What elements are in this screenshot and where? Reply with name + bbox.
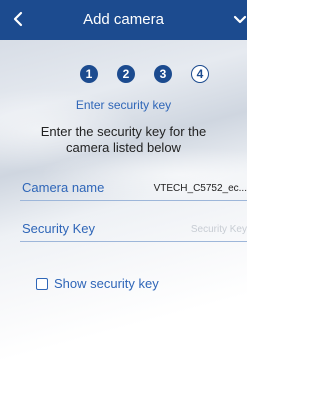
security-key-row: Security Key xyxy=(20,216,247,242)
dropdown-button[interactable] xyxy=(231,0,253,40)
chevron-down-icon xyxy=(233,15,247,24)
divider xyxy=(20,200,247,201)
step-indicator: 1 2 3 4 xyxy=(80,65,210,85)
show-key-checkbox[interactable] xyxy=(36,278,48,290)
step-3: 3 xyxy=(154,65,172,83)
camera-name-value: VTECH_C5752_ec... xyxy=(153,183,247,194)
camera-name-row: Camera name VTECH_C5752_ec... xyxy=(20,175,247,201)
chevron-left-icon xyxy=(13,11,23,27)
camera-name-label: Camera name xyxy=(22,180,105,195)
step-4: 4 xyxy=(191,65,209,83)
step-2: 2 xyxy=(117,65,135,83)
security-key-label: Security Key xyxy=(22,221,95,236)
step-1: 1 xyxy=(80,65,98,83)
security-key-input[interactable] xyxy=(127,222,247,236)
back-button[interactable] xyxy=(0,0,40,40)
instructions-text: Enter the security key for the camera li… xyxy=(40,124,207,155)
header-bar: Add camera xyxy=(0,0,247,40)
page-title: Add camera xyxy=(83,11,164,28)
show-key-label: Show security key xyxy=(54,276,159,291)
step-subtitle: Enter security key xyxy=(75,98,172,112)
divider xyxy=(20,241,247,242)
